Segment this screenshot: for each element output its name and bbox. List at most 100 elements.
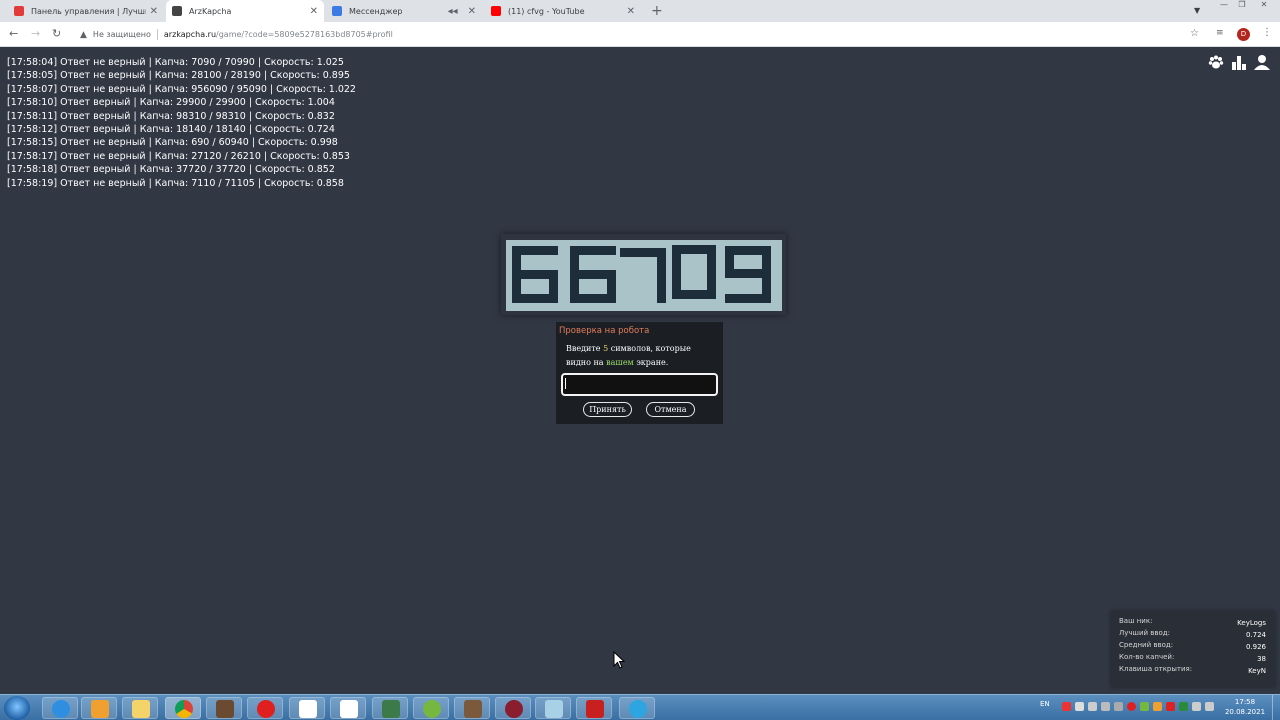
tray-app-icon[interactable] bbox=[1205, 702, 1214, 711]
maximize-icon[interactable]: ❐ bbox=[1234, 0, 1250, 10]
taskbar-chrome[interactable] bbox=[165, 697, 201, 719]
stat-hotkey: Клавиша открытия: KeyN bbox=[1119, 665, 1266, 677]
log-line: [17:58:10] Ответ верный | Капча: 29900 /… bbox=[7, 97, 335, 109]
tab-youtube[interactable]: (11) cfvg - YouTube ✕ bbox=[485, 0, 641, 22]
stat-average: Средний ввод: 0.926 bbox=[1119, 641, 1266, 653]
taskbar-file1[interactable] bbox=[289, 697, 325, 719]
show-desktop-button[interactable] bbox=[1272, 695, 1280, 720]
tab-control-panel[interactable]: Панель управления | Лучший б ✕ bbox=[8, 0, 164, 22]
app-icon bbox=[382, 700, 400, 718]
telegram-icon bbox=[629, 700, 647, 718]
accept-button[interactable]: Принять bbox=[583, 402, 632, 417]
tab-title: ArzKapcha bbox=[189, 6, 232, 16]
leaderboard-icon[interactable] bbox=[1231, 54, 1247, 70]
mute-tab-icon[interactable]: ◂◂ bbox=[448, 6, 458, 17]
tray-app-icon[interactable] bbox=[1101, 702, 1110, 711]
system-tray bbox=[1062, 702, 1214, 711]
close-tab-icon[interactable]: ✕ bbox=[627, 6, 635, 17]
taskbar: EN 17:58 20.08.2021 bbox=[0, 694, 1280, 720]
stat-value: 0.926 bbox=[1245, 643, 1266, 651]
tray-app-icon[interactable] bbox=[1179, 702, 1188, 711]
log-line: [17:58:19] Ответ не верный | Капча: 7110… bbox=[7, 177, 344, 189]
taskbar-game2[interactable] bbox=[454, 697, 490, 719]
taskbar-media[interactable] bbox=[81, 697, 117, 719]
close-tab-icon[interactable]: ✕ bbox=[310, 6, 318, 17]
reload-icon[interactable]: ↻ bbox=[52, 27, 61, 40]
log-line: [17:58:12] Ответ верный | Капча: 18140 /… bbox=[7, 124, 335, 136]
taskbar-arizona[interactable] bbox=[495, 697, 531, 719]
back-icon[interactable]: ← bbox=[9, 27, 18, 40]
paw-icon[interactable] bbox=[1208, 54, 1224, 70]
tray-app-icon[interactable] bbox=[1114, 702, 1123, 711]
close-tab-icon[interactable]: ✕ bbox=[150, 6, 158, 17]
start-button[interactable] bbox=[4, 696, 30, 720]
address-bar[interactable]: ▲ Не защищено arzkapcha.ru/game/?code=58… bbox=[74, 25, 1204, 44]
taskbar-explorer[interactable] bbox=[122, 697, 158, 719]
insecure-label[interactable]: Не защищено bbox=[93, 30, 151, 39]
arizona-icon bbox=[505, 700, 523, 718]
tray-utorrent-icon[interactable] bbox=[1140, 702, 1149, 711]
notepad-icon bbox=[545, 700, 563, 718]
taskbar-filezilla[interactable] bbox=[576, 697, 612, 719]
instruction-text: Введите bbox=[566, 344, 604, 353]
tray-network-icon[interactable] bbox=[1088, 702, 1097, 711]
taskbar-game[interactable] bbox=[206, 697, 242, 719]
game-icon bbox=[216, 700, 234, 718]
taskbar-app[interactable] bbox=[372, 697, 408, 719]
dialog-title: Проверка на робота bbox=[559, 326, 650, 336]
stat-value: 38 bbox=[1257, 655, 1266, 663]
bookmark-star-icon[interactable]: ☆ bbox=[1190, 28, 1199, 39]
top-right-icons bbox=[1208, 54, 1270, 70]
tab-messenger[interactable]: Мессенджер ◂◂ ✕ bbox=[326, 0, 482, 22]
minimize-icon[interactable]: — bbox=[1216, 0, 1232, 10]
taskbar-opera[interactable] bbox=[247, 697, 283, 719]
tab-favicon-icon bbox=[332, 6, 342, 16]
mouse-cursor-icon bbox=[613, 651, 625, 669]
stat-value: KeyLogs bbox=[1237, 619, 1266, 627]
taskbar-file2[interactable] bbox=[330, 697, 366, 719]
taskbar-ie[interactable] bbox=[42, 697, 78, 719]
tray-app-icon[interactable] bbox=[1166, 702, 1175, 711]
instruction-text: экране. bbox=[633, 358, 669, 367]
tab-title: (11) cfvg - YouTube bbox=[508, 6, 585, 16]
new-tab-button[interactable]: + bbox=[651, 2, 663, 20]
tab-search-icon[interactable]: ▼ bbox=[1194, 6, 1200, 15]
tab-favicon-icon bbox=[14, 6, 24, 16]
tray-app-icon[interactable] bbox=[1192, 702, 1201, 711]
document-icon bbox=[340, 700, 358, 718]
tab-favicon-icon bbox=[491, 6, 501, 16]
tray-app-icon[interactable] bbox=[1153, 702, 1162, 711]
close-window-icon[interactable]: ✕ bbox=[1256, 0, 1272, 10]
player-stats-panel: Ваш ник: KeyLogs Лучший ввод: 0.724 Сред… bbox=[1111, 611, 1275, 687]
close-tab-icon[interactable]: ✕ bbox=[468, 6, 476, 17]
taskbar-telegram[interactable] bbox=[619, 697, 655, 719]
profile-avatar[interactable]: D bbox=[1237, 28, 1250, 41]
log-line: [17:58:18] Ответ верный | Капча: 37720 /… bbox=[7, 164, 335, 176]
stat-label: Лучший ввод: bbox=[1119, 629, 1171, 637]
log-line: [17:58:05] Ответ не верный | Капча: 2810… bbox=[7, 70, 350, 82]
tab-favicon-icon bbox=[172, 6, 182, 16]
menu-icon[interactable]: ⋮ bbox=[1262, 27, 1272, 38]
utorrent-icon bbox=[423, 700, 441, 718]
clock[interactable]: 17:58 20.08.2021 bbox=[1224, 697, 1266, 717]
language-indicator[interactable]: EN bbox=[1040, 700, 1050, 708]
chrome-icon bbox=[175, 700, 193, 718]
cancel-button[interactable]: Отмена bbox=[646, 402, 695, 417]
captcha-input[interactable] bbox=[561, 373, 718, 396]
answer-log: [17:58:04] Ответ не верный | Капча: 7090… bbox=[7, 56, 356, 190]
forward-icon[interactable]: → bbox=[31, 27, 40, 40]
text-caret bbox=[565, 378, 566, 389]
tray-opera-icon[interactable] bbox=[1127, 702, 1136, 711]
document-icon bbox=[299, 700, 317, 718]
user-profile-icon[interactable] bbox=[1254, 54, 1270, 70]
taskbar-utorrent[interactable] bbox=[413, 697, 449, 719]
reading-list-icon[interactable]: ≡ bbox=[1216, 28, 1224, 38]
tab-arzkapcha[interactable]: ArzKapcha ✕ bbox=[166, 0, 324, 22]
tray-volume-icon[interactable] bbox=[1075, 702, 1084, 711]
tray-flag-icon[interactable] bbox=[1062, 702, 1071, 711]
taskbar-notepad[interactable] bbox=[535, 697, 571, 719]
clock-date: 20.08.2021 bbox=[1224, 708, 1266, 716]
ie-icon bbox=[52, 700, 70, 718]
stat-label: Средний ввод: bbox=[1119, 641, 1174, 649]
warning-icon[interactable]: ▲ bbox=[80, 30, 87, 40]
